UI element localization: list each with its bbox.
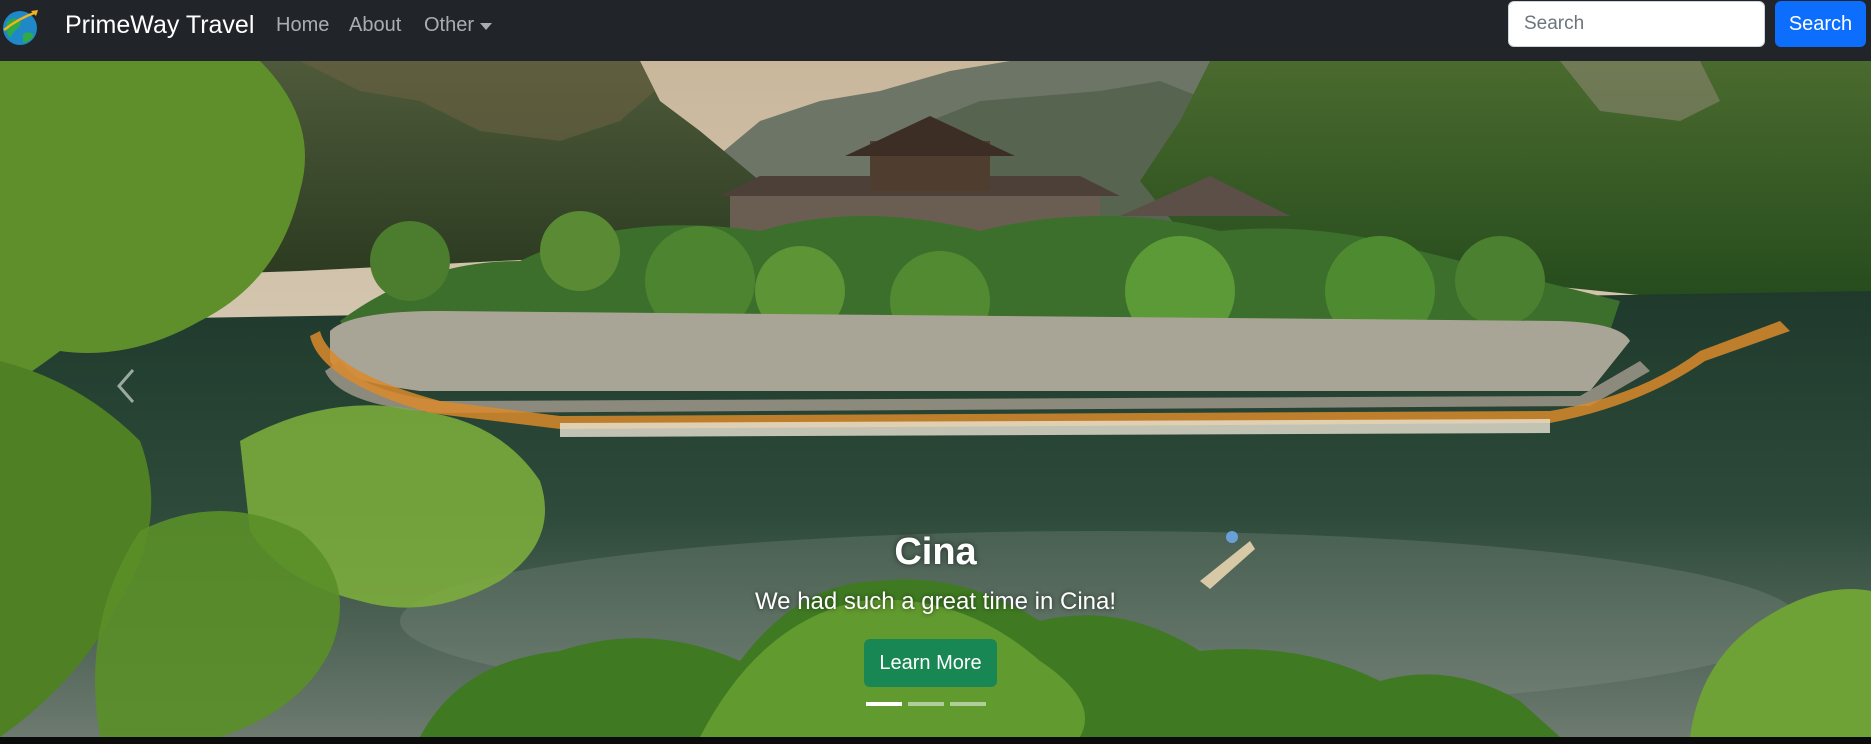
carousel-indicator-2[interactable] <box>908 702 944 706</box>
chevron-left-icon <box>117 369 135 403</box>
caret-down-icon <box>480 22 493 30</box>
carousel-indicator-1[interactable] <box>866 702 902 706</box>
carousel-prev-button[interactable] <box>90 341 160 431</box>
carousel-indicator-3[interactable] <box>950 702 986 706</box>
nav-other-dropdown[interactable]: Other <box>424 12 493 38</box>
brand-name[interactable]: PrimeWay Travel <box>65 10 254 40</box>
page-bottom-edge <box>0 737 1871 744</box>
search-button[interactable]: Search <box>1775 1 1866 47</box>
hero-carousel: Cina We had such a great time in Cina! L… <box>0 61 1871 737</box>
caption-text: We had such a great time in Cina! <box>754 588 1117 615</box>
caption-title: Cina <box>894 531 977 573</box>
search-input[interactable] <box>1508 1 1765 47</box>
hero-image <box>0 61 1871 737</box>
navbar: PrimeWay Travel Home About Other Search <box>0 0 1871 61</box>
nav-other-label: Other <box>424 14 475 36</box>
brand-logo-icon[interactable] <box>1 8 39 46</box>
carousel-indicators <box>866 702 986 706</box>
nav-home-link[interactable]: Home <box>276 12 329 38</box>
nav-about-link[interactable]: About <box>349 12 401 38</box>
carousel-next-button[interactable] <box>1781 341 1851 431</box>
learn-more-button[interactable]: Learn More <box>864 639 997 687</box>
